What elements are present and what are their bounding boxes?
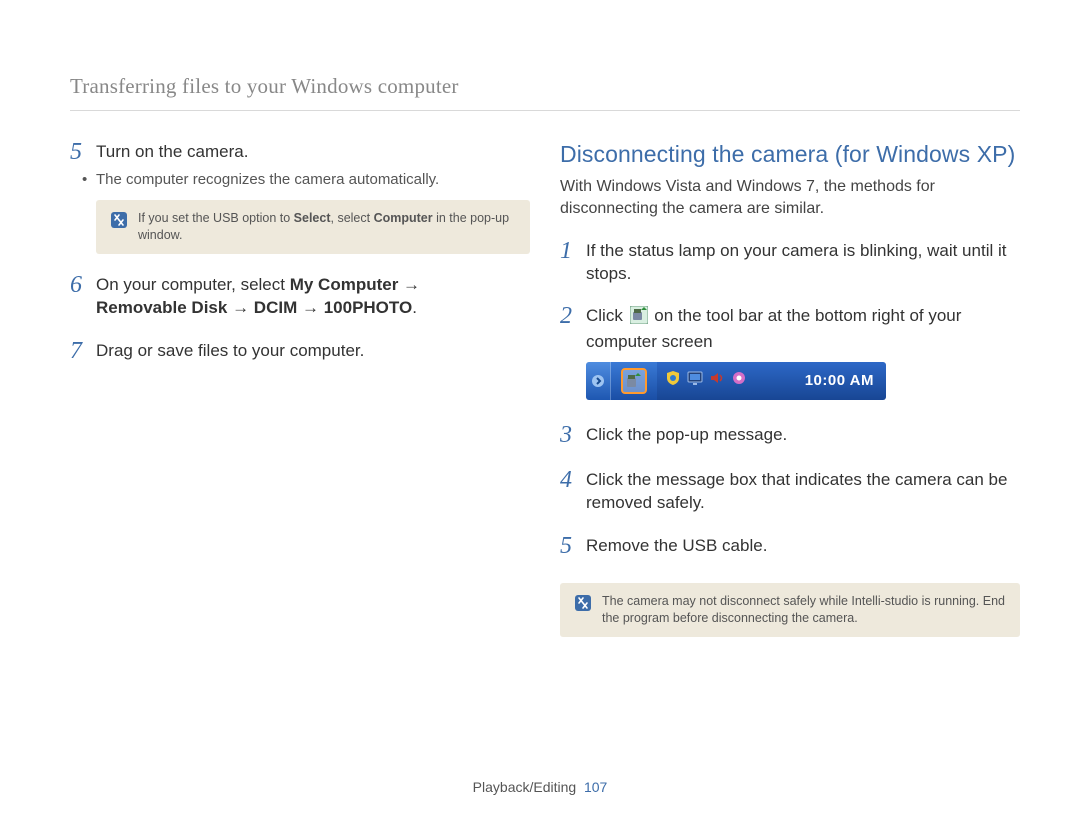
step-number: 2: [560, 303, 586, 329]
step-number: 4: [560, 467, 586, 493]
windows-xp-tray: 10:00 AM: [586, 362, 886, 400]
step-text: Click the message box that indicates the…: [586, 467, 1020, 515]
tray-icons-area: 10:00 AM: [657, 362, 886, 400]
step-text: Remove the USB cable.: [586, 533, 1020, 558]
step-text: Turn on the camera.: [96, 139, 530, 164]
manual-page: Transferring files to your Windows compu…: [0, 0, 1080, 815]
step-number: 3: [560, 422, 586, 448]
footer-section: Playback/Editing: [473, 779, 577, 795]
r-step-3: 3 Click the pop-up message.: [560, 422, 1020, 448]
step-number: 1: [560, 238, 586, 264]
section-intro: With Windows Vista and Windows 7, the me…: [560, 176, 1020, 219]
page-title: Transferring files to your Windows compu…: [70, 72, 1020, 100]
r-step-2: 2 Click on the tool bar at the bottom ri…: [560, 303, 1020, 354]
note-text: If you set the USB option to Select, sel…: [138, 210, 516, 244]
step-text: On your computer, select My Computer → R…: [96, 272, 530, 320]
right-column: Disconnecting the camera (for Windows XP…: [560, 139, 1020, 654]
tray-highlighted-area: [611, 362, 657, 400]
shield-icon[interactable]: [665, 370, 681, 393]
note-box-usb: If you set the USB option to Select, sel…: [96, 200, 530, 254]
step-text: If the status lamp on your camera is bli…: [586, 238, 1020, 286]
step-text: Click on the tool bar at the bottom righ…: [586, 303, 1020, 354]
step-5: 5 Turn on the camera.: [70, 139, 530, 165]
step-number: 6: [70, 272, 96, 298]
r-step-5: 5 Remove the USB cable.: [560, 533, 1020, 559]
note-icon: [110, 211, 128, 229]
page-footer: Playback/Editing 107: [0, 778, 1080, 797]
generic-tray-icon[interactable]: [731, 370, 747, 393]
note-text: The camera may not disconnect safely whi…: [602, 593, 1006, 627]
speaker-icon[interactable]: [709, 370, 725, 393]
step-5-bullet: The computer recognizes the camera autom…: [96, 170, 530, 190]
step-number: 7: [70, 338, 96, 364]
monitor-icon[interactable]: [687, 370, 703, 393]
step-number: 5: [70, 139, 96, 165]
tray-clock[interactable]: 10:00 AM: [805, 371, 878, 391]
divider: [70, 110, 1020, 111]
safely-remove-icon: [630, 306, 648, 331]
footer-page-number: 107: [584, 779, 607, 795]
section-heading: Disconnecting the camera (for Windows XP…: [560, 139, 1020, 170]
left-column: 5 Turn on the camera. The computer recog…: [70, 139, 530, 654]
step-6: 6 On your computer, select My Computer →…: [70, 272, 530, 320]
step-text: Drag or save files to your computer.: [96, 338, 530, 363]
columns: 5 Turn on the camera. The computer recog…: [70, 139, 1020, 654]
step-7: 7 Drag or save files to your computer.: [70, 338, 530, 364]
step-number: 5: [560, 533, 586, 559]
note-icon: [574, 594, 592, 612]
step-text: Click the pop-up message.: [586, 422, 1020, 447]
tray-expand-chevron-icon[interactable]: [586, 362, 611, 400]
r-step-4: 4 Click the message box that indicates t…: [560, 467, 1020, 515]
safely-remove-hardware-icon[interactable]: [621, 368, 647, 394]
note-box-intelli: The camera may not disconnect safely whi…: [560, 583, 1020, 637]
r-step-1: 1 If the status lamp on your camera is b…: [560, 238, 1020, 286]
